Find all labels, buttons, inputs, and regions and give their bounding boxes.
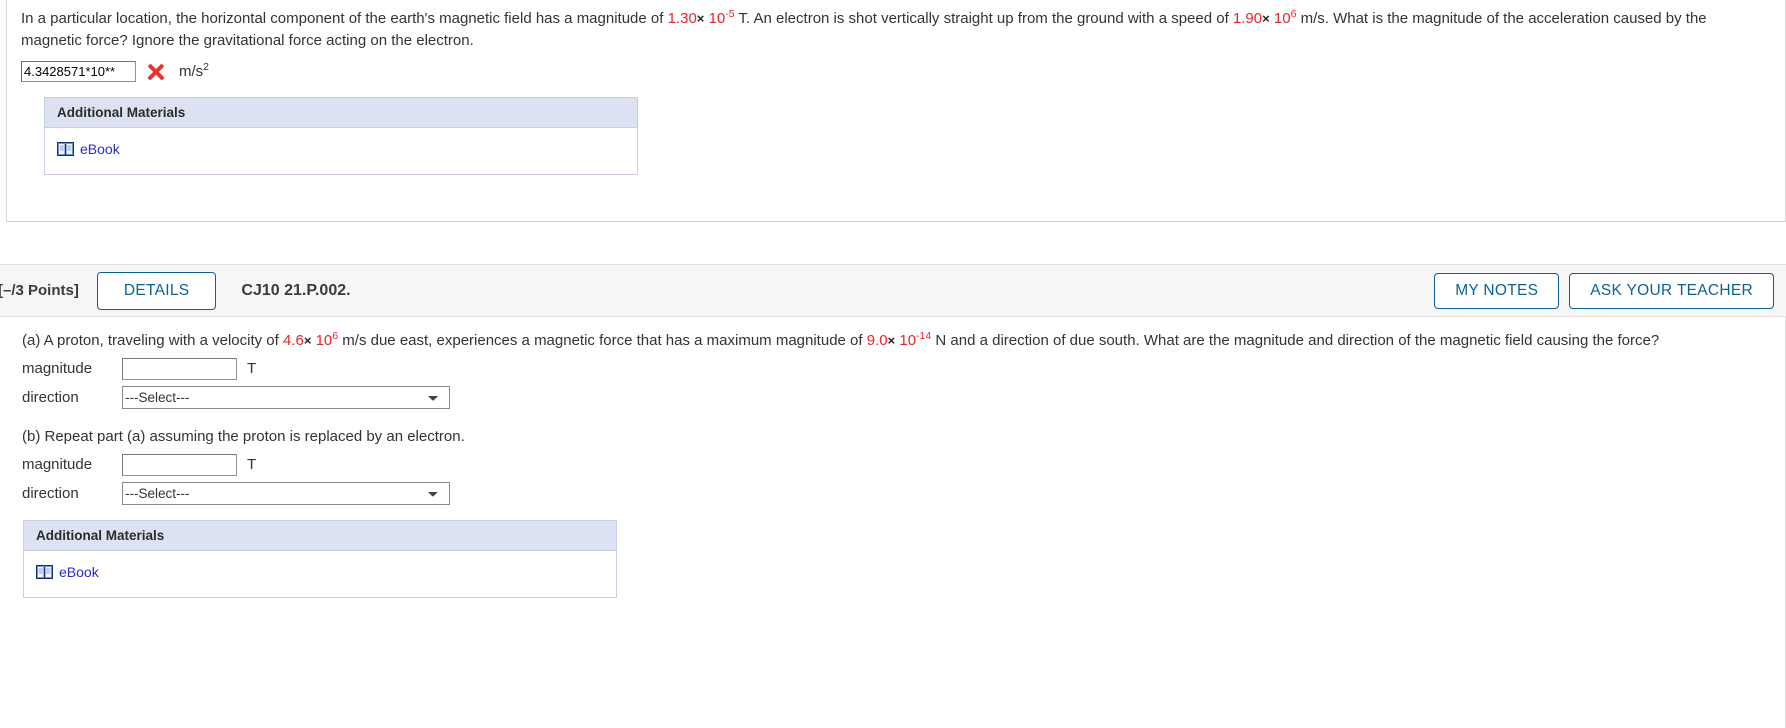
part-b-magnitude-input[interactable]	[122, 453, 237, 476]
ebook-link-label-2: eBook	[59, 563, 99, 580]
q1-exp-1-sup: -5	[725, 8, 735, 20]
part-a-direction-select[interactable]: ---Select---	[122, 385, 450, 409]
question-2-body: (a) A proton, traveling with a velocity …	[0, 317, 1786, 728]
ask-your-teacher-button[interactable]: ASK YOUR TEACHER	[1569, 272, 1774, 309]
part-a-magnitude-row: magnitude T	[22, 357, 1772, 380]
my-notes-button[interactable]: MY NOTES	[1434, 272, 1560, 309]
q1-multiply-sign-2: ×	[1262, 11, 1270, 26]
q2a-text-part-2: m/s due east, experiences a magnetic for…	[338, 332, 867, 349]
details-button[interactable]: DETAILS	[96, 271, 217, 310]
additional-materials-header-2: Additional Materials	[24, 520, 616, 551]
q1-exp-1-base: 10	[708, 10, 726, 27]
part-a-magnitude-unit: T	[247, 360, 257, 378]
question-1-body: In a particular location, the horizontal…	[7, 0, 1785, 175]
q1-value-2: 1.90	[1232, 10, 1263, 27]
book-icon	[57, 141, 74, 156]
q1-text-part-1: In a particular location, the horizontal…	[21, 10, 668, 27]
q2a-exponent-1: 106	[315, 331, 339, 349]
part-b-direction-row: direction ---Select---	[22, 481, 1772, 505]
ebook-link-2[interactable]: eBook	[36, 564, 99, 580]
part-b-direction-label: direction	[22, 484, 79, 502]
part-a-direction-row: direction ---Select---	[22, 385, 1772, 409]
ebook-link-1[interactable]: eBook	[57, 141, 120, 157]
q2a-text-part-1: (a) A proton, traveling with a velocity …	[22, 332, 283, 349]
q2a-text-part-3: N and a direction of due south. What are…	[931, 332, 1660, 349]
question-code: CJ10 21.P.002.	[241, 281, 351, 299]
q1-text-part-2: T. An electron is shot vertically straig…	[734, 10, 1233, 27]
q2a-value-2: 9.0	[866, 332, 888, 349]
answer-unit-sup: 2	[203, 61, 210, 73]
answer-input[interactable]	[21, 61, 136, 82]
additional-materials-body-2: eBook	[24, 551, 616, 597]
question-2-header-bar: [–/3 Points] DETAILS CJ10 21.P.002. MY N…	[0, 264, 1786, 317]
q1-exponent-1: 10-5	[708, 8, 735, 27]
additional-materials-body-1: eBook	[45, 128, 637, 174]
q2a-exponent-2: 10-14	[899, 330, 932, 349]
points-badge: [–/3 Points]	[0, 282, 79, 299]
q1-exp-2-base: 10	[1273, 10, 1291, 27]
q2a-exp-2-sup: -14	[916, 330, 932, 342]
q2a-exp-2-base: 10	[899, 332, 917, 349]
ebook-link-label-1: eBook	[80, 140, 120, 157]
q1-multiply-sign-1: ×	[696, 11, 705, 26]
q2a-multiply-sign-2: ×	[887, 333, 896, 348]
q1-exponent-2: 106	[1273, 9, 1297, 27]
answer-unit: m/s2	[179, 61, 210, 80]
question-1-text: In a particular location, the horizontal…	[21, 8, 1771, 52]
book-icon	[36, 564, 53, 579]
additional-materials-panel-1: Additional Materials eBook	[44, 96, 638, 175]
part-b-magnitude-row: magnitude T	[22, 453, 1772, 476]
part-b-direction-select[interactable]: ---Select---	[122, 481, 450, 505]
question-2-part-b-text: (b) Repeat part (a) assuming the proton …	[22, 427, 465, 445]
answer-unit-base: m/s	[179, 63, 204, 80]
incorrect-x-icon	[145, 61, 167, 83]
q2a-value-1: 4.6	[282, 332, 304, 349]
part-a-magnitude-label: magnitude	[22, 360, 93, 378]
part-a-direction-label: direction	[22, 388, 79, 406]
additional-materials-panel-2: Additional Materials eBook	[23, 519, 617, 598]
question-1-panel: In a particular location, the horizontal…	[6, 0, 1786, 222]
part-a-magnitude-input[interactable]	[122, 357, 237, 380]
part-b-magnitude-label: magnitude	[22, 456, 93, 473]
part-b-magnitude-unit: T	[247, 456, 257, 473]
question-1-answer-row: m/s2	[21, 61, 1771, 83]
additional-materials-header-1: Additional Materials	[45, 97, 637, 128]
q2a-exp-1-base: 10	[315, 332, 333, 349]
q1-value-1: 1.30	[667, 10, 697, 27]
q2a-multiply-sign-1: ×	[303, 333, 312, 348]
question-2-part-a-text: (a) A proton, traveling with a velocity …	[22, 330, 1772, 352]
